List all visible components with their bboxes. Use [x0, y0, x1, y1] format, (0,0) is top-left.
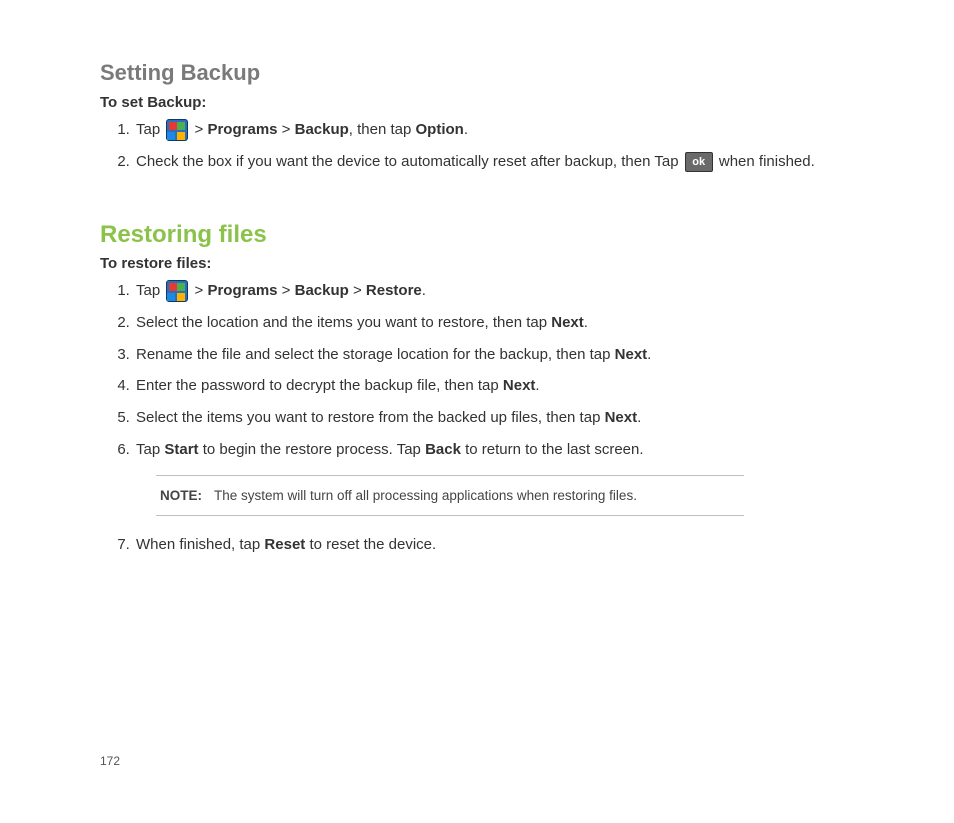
text: . [422, 282, 426, 299]
page-number: 172 [100, 754, 120, 768]
text: Select the items you want to restore fro… [136, 409, 605, 426]
start-menu-icon [166, 280, 188, 302]
text: Tap [136, 441, 164, 458]
text: > [278, 282, 295, 299]
list-item: Tap Start to begin the restore process. … [134, 439, 864, 516]
heading-setting-backup: Setting Backup [100, 60, 864, 86]
path-backup: Backup [295, 282, 349, 299]
list-item: Check the box if you want the device to … [134, 151, 864, 173]
heading-restoring-files: Restoring files [100, 221, 864, 249]
list-item: Rename the file and select the storage l… [134, 344, 864, 366]
list-set-backup: Tap > Programs > Backup, then tap Option… [100, 119, 864, 173]
path-next: Next [551, 314, 584, 331]
text: When finished, tap [136, 536, 264, 553]
list-item: Enter the password to decrypt the backup… [134, 375, 864, 397]
note-box: NOTE: The system will turn off all proces… [156, 475, 744, 517]
text: . [637, 409, 641, 426]
ok-icon: ok [685, 152, 713, 172]
path-programs: Programs [207, 121, 277, 138]
text: Check the box if you want the device to … [136, 153, 683, 170]
path-reset: Reset [264, 536, 305, 553]
page-content: Setting Backup To set Backup: Tap > Prog… [0, 0, 954, 556]
note-label: NOTE: [160, 488, 202, 503]
text: to return to the last screen. [461, 441, 644, 458]
text: . [584, 314, 588, 331]
text: . [647, 346, 651, 363]
text: to begin the restore process. Tap [199, 441, 426, 458]
text: to reset the device. [305, 536, 436, 553]
text: , then tap [349, 121, 416, 138]
text: Enter the password to decrypt the backup… [136, 377, 503, 394]
path-back: Back [425, 441, 461, 458]
subhead-set-backup: To set Backup: [100, 94, 864, 111]
text: . [464, 121, 468, 138]
text: . [535, 377, 539, 394]
path-start: Start [164, 441, 198, 458]
text: > [190, 121, 207, 138]
path-next: Next [503, 377, 536, 394]
path-next: Next [605, 409, 638, 426]
text: Tap [136, 282, 164, 299]
list-restore-files: Tap > Programs > Backup > Restore. Selec… [100, 280, 864, 556]
list-item: Tap > Programs > Backup, then tap Option… [134, 119, 864, 141]
note-text: The system will turn off all processing … [214, 488, 637, 503]
path-option: Option [416, 121, 464, 138]
text: Tap [136, 121, 164, 138]
list-item: Tap > Programs > Backup > Restore. [134, 280, 864, 302]
list-item: Select the items you want to restore fro… [134, 407, 864, 429]
subhead-restore-files: To restore files: [100, 255, 864, 272]
text: > [349, 282, 366, 299]
list-item: When finished, tap Reset to reset the de… [134, 534, 864, 556]
text: Select the location and the items you wa… [136, 314, 551, 331]
path-backup: Backup [295, 121, 349, 138]
start-menu-icon [166, 119, 188, 141]
list-item: Select the location and the items you wa… [134, 312, 864, 334]
path-programs: Programs [207, 282, 277, 299]
text: > [190, 282, 207, 299]
path-next: Next [615, 346, 648, 363]
text: > [278, 121, 295, 138]
text: Rename the file and select the storage l… [136, 346, 615, 363]
path-restore: Restore [366, 282, 422, 299]
text: when finished. [715, 153, 815, 170]
